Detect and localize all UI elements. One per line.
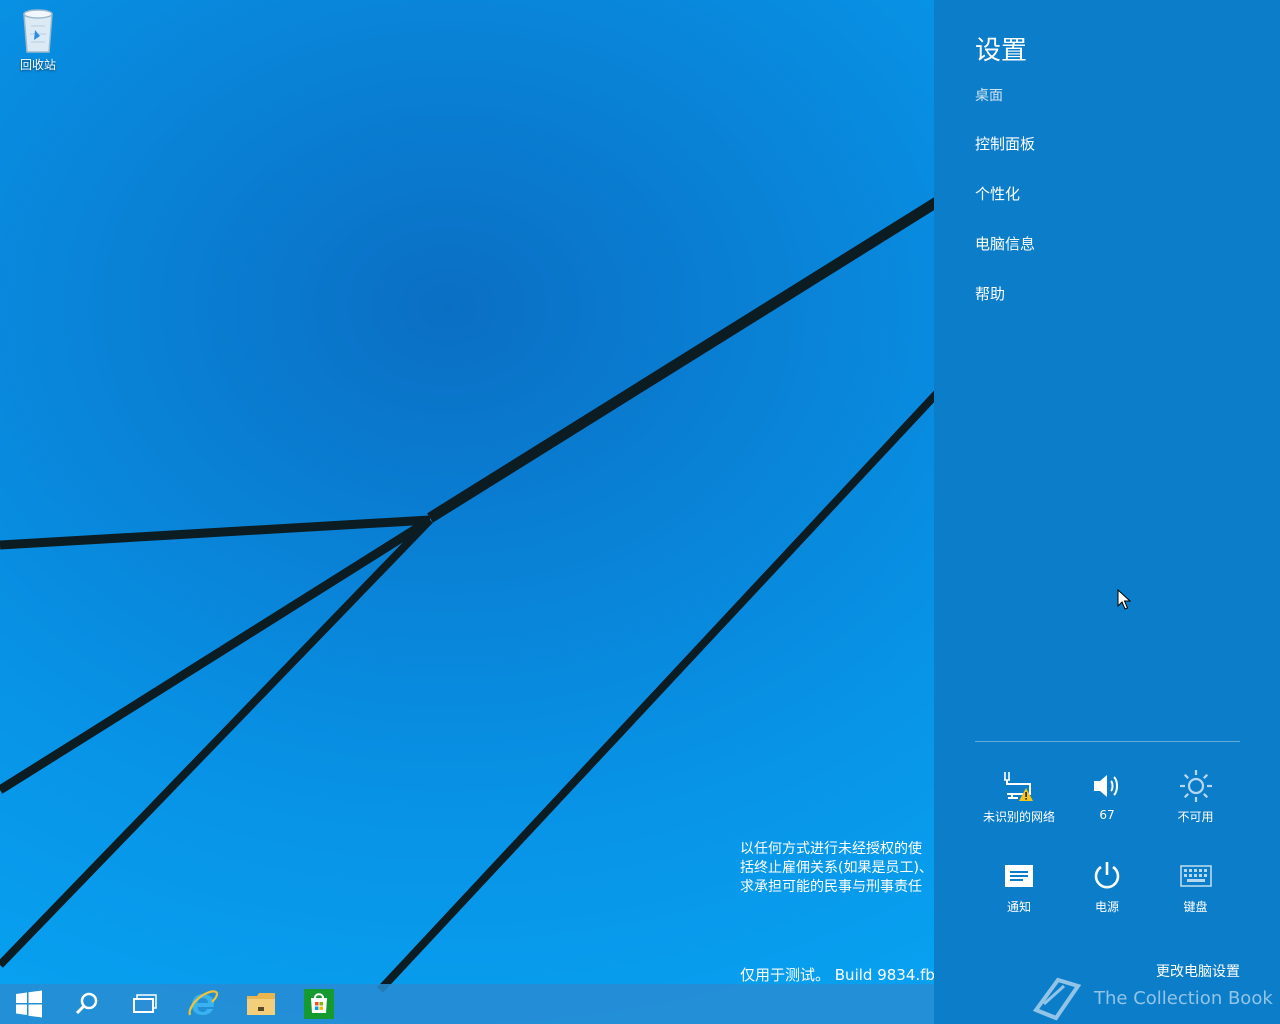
brand-text: The Collection Book [1094,987,1273,1009]
folder-icon [247,993,275,1015]
task-view-button[interactable] [116,984,174,1024]
menu-item-personalization[interactable]: 个性化 [975,184,1035,234]
notification-icon [1005,865,1033,887]
notifications-label: 通知 [1006,900,1031,914]
search-icon [75,992,98,1015]
menu-item-help[interactable]: 帮助 [975,284,1035,334]
charm-title: 设置 [975,36,1028,66]
search-button[interactable] [58,984,116,1024]
menu-item-pc-info[interactable]: 电脑信息 [975,234,1035,284]
store-button[interactable] [290,984,348,1024]
brightness-tile[interactable]: 不可用 [1151,768,1240,858]
brand-watermark: The Collection Book [1030,974,1273,1022]
task-view-icon [133,994,157,1013]
volume-icon [1094,775,1118,797]
license-watermark: 以任何方式进行未经授权的使 括终止雇佣关系(如果是员工)、 求承担可能的民事与刑… [740,840,934,897]
network-label: 未识别的网络 [982,810,1055,824]
power-icon [1094,862,1120,889]
charm-context: 桌面 [975,88,1003,104]
recycle-bin-shortcut[interactable]: 回收站 [8,6,68,73]
notifications-tile[interactable]: 通知 [975,858,1063,948]
volume-level: 67 [1099,808,1115,822]
start-button[interactable] [0,984,58,1024]
power-tile[interactable]: 电源 [1063,858,1151,948]
internet-explorer-button[interactable] [174,984,232,1024]
recycle-bin-icon [23,9,53,53]
store-icon [304,989,334,1019]
ie-icon [188,990,219,1016]
divider [975,741,1240,742]
mouse-cursor-icon [1117,589,1131,610]
network-warning-icon [1004,772,1033,801]
keyboard-icon [1179,865,1212,887]
book-icon [1032,977,1082,1021]
desktop-screen: 回收站 以任何方式进行未经授权的使 括终止雇佣关系(如果是员工)、 求承担可能的… [0,0,1280,1024]
menu-item-control-panel[interactable]: 控制面板 [975,134,1035,184]
power-label: 电源 [1094,900,1119,914]
taskbar [0,984,934,1024]
watermark-line: 以任何方式进行未经授权的使 [740,841,922,857]
settings-charm-panel: 设置 桌面 控制面板 个性化 电脑信息 帮助 未识别的网络 67 不可用 通知 … [934,0,1280,1024]
recycle-bin-label: 回收站 [19,58,56,72]
file-explorer-button[interactable] [232,984,290,1024]
watermark-line: 括终止雇佣关系(如果是员工)、 [740,860,933,876]
volume-tile[interactable]: 67 [1063,768,1151,858]
brightness-label: 不可用 [1177,810,1214,824]
network-tile[interactable]: 未识别的网络 [975,768,1063,858]
windows-logo-icon [16,990,42,1018]
brightness-icon [1179,770,1212,802]
build-watermark: 仅用于测试。 Build 9834.fbl [740,966,934,984]
keyboard-tile[interactable]: 键盘 [1151,858,1240,948]
quick-settings-grid: 未识别的网络 67 不可用 通知 电源 键盘 [975,768,1240,948]
charm-menu: 控制面板 个性化 电脑信息 帮助 [975,134,1035,334]
watermark-line: 求承担可能的民事与刑事责任 [740,879,922,895]
keyboard-label: 键盘 [1183,900,1208,914]
